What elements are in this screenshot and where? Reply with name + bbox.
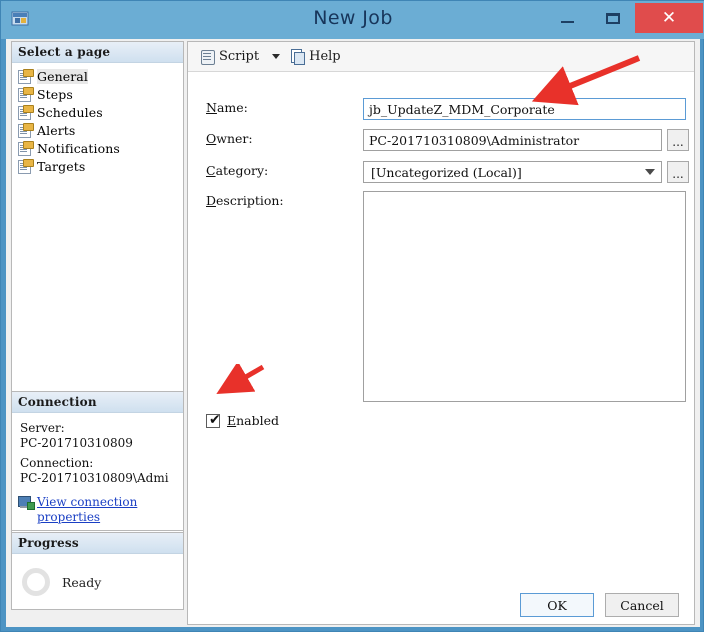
progress-header: Progress [12,533,183,554]
maximize-icon [605,12,620,24]
enabled-label-rest: nabled [236,413,280,428]
close-icon: ✕ [661,7,677,28]
name-label-mnemonic: N [206,100,217,115]
page-icon [18,69,34,84]
page-icon [18,123,34,138]
script-label: Script [219,49,260,64]
dialog-client-area: Select a page General Steps Schedules Al… [6,39,700,627]
cancel-button[interactable]: Cancel [605,593,679,617]
enabled-checkbox-row[interactable]: ✔ Enabled [206,413,279,428]
title-bar: New Job ✕ [1,1,704,39]
connection-label: Connection: [20,456,94,470]
category-label-rest: ategory: [215,163,269,178]
sidebar-item-label: Steps [37,86,73,102]
select-a-page-header: Select a page [12,42,183,63]
enabled-label: Enabled [227,413,279,428]
dialog-button-bar: OK Cancel [6,589,700,627]
sidebar-item-general[interactable]: General [18,67,183,85]
check-icon: ✔ [209,411,221,428]
connection-panel: Connection Server: PC-201710310809 Conne… [11,391,184,531]
connection-value: PC-201710310809\Admi [20,471,169,485]
close-button[interactable]: ✕ [635,3,703,33]
server-label: Server: [20,421,65,435]
page-toolbar: Script Help [188,42,694,72]
category-label-mnemonic: C [206,163,216,178]
sidebar-item-notifications[interactable]: Notifications [18,139,183,157]
sidebar-item-label: General [37,68,88,84]
enabled-label-mnemonic: E [227,413,237,428]
description-label-rest: escription: [216,193,284,208]
maximize-button[interactable] [590,3,635,33]
sidebar-item-label: Targets [37,158,86,174]
help-pages-icon [291,49,306,65]
sidebar-item-schedules[interactable]: Schedules [18,103,183,121]
general-page-panel: Script Help Name: jb_UpdateZ_MDM_Corpora… [187,41,695,625]
enabled-checkbox[interactable]: ✔ [206,411,221,428]
view-connection-properties-row[interactable]: View connection properties [12,491,183,525]
chevron-down-icon [645,169,655,175]
category-select[interactable]: [Uncategorized (Local)] [363,161,662,183]
sidebar-item-targets[interactable]: Targets [18,157,183,175]
sidebar-item-label: Alerts [37,122,76,138]
connection-body: Server: PC-201710310809 Connection: PC-2… [12,413,183,491]
sidebar-item-label: Schedules [37,104,103,120]
owner-browse-button[interactable]: ... [667,129,689,151]
name-label: Name: [206,100,356,115]
description-label: Description: [206,193,356,208]
page-list: General Steps Schedules Alerts Notificat… [12,63,183,175]
page-icon [18,141,34,156]
sidebar-item-alerts[interactable]: Alerts [18,121,183,139]
link-line-1: View connection [37,495,138,509]
minimize-icon [561,21,574,23]
owner-label: Owner: [206,131,356,146]
category-selected-value: [Uncategorized (Local)] [371,165,522,180]
help-button[interactable]: Help [287,46,345,68]
page-icon [18,87,34,102]
window-controls: ✕ [545,3,703,35]
ok-button[interactable]: OK [520,593,594,617]
script-scroll-icon [200,49,215,65]
chevron-down-icon[interactable] [272,54,281,59]
minimize-button[interactable] [545,3,590,33]
category-browse-button[interactable]: ... [667,161,689,183]
progress-status: Ready [62,574,102,590]
view-connection-properties-link[interactable]: View connection properties [37,495,162,525]
description-label-mnemonic: D [206,193,217,208]
name-label-rest: ame: [216,100,248,115]
description-textarea[interactable] [363,191,686,402]
category-label: Category: [206,163,356,178]
name-input[interactable]: jb_UpdateZ_MDM_Corporate [363,98,686,120]
owner-label-mnemonic: O [206,131,217,146]
new-job-dialog-window: New Job ✕ Select a page General Steps Sc… [0,0,704,632]
connection-header: Connection [12,392,183,413]
link-line-2: properties [37,510,101,524]
owner-label-rest: wner: [216,131,253,146]
server-connection-icon [18,496,35,510]
page-icon [18,105,34,120]
owner-input[interactable]: PC-201710310809\Administrator [363,129,662,151]
script-button[interactable]: Script [196,46,263,68]
help-label: Help [309,49,341,64]
server-value: PC-201710310809 [20,436,133,450]
sidebar-item-label: Notifications [37,140,120,156]
page-icon [18,159,34,174]
sidebar-item-steps[interactable]: Steps [18,85,183,103]
